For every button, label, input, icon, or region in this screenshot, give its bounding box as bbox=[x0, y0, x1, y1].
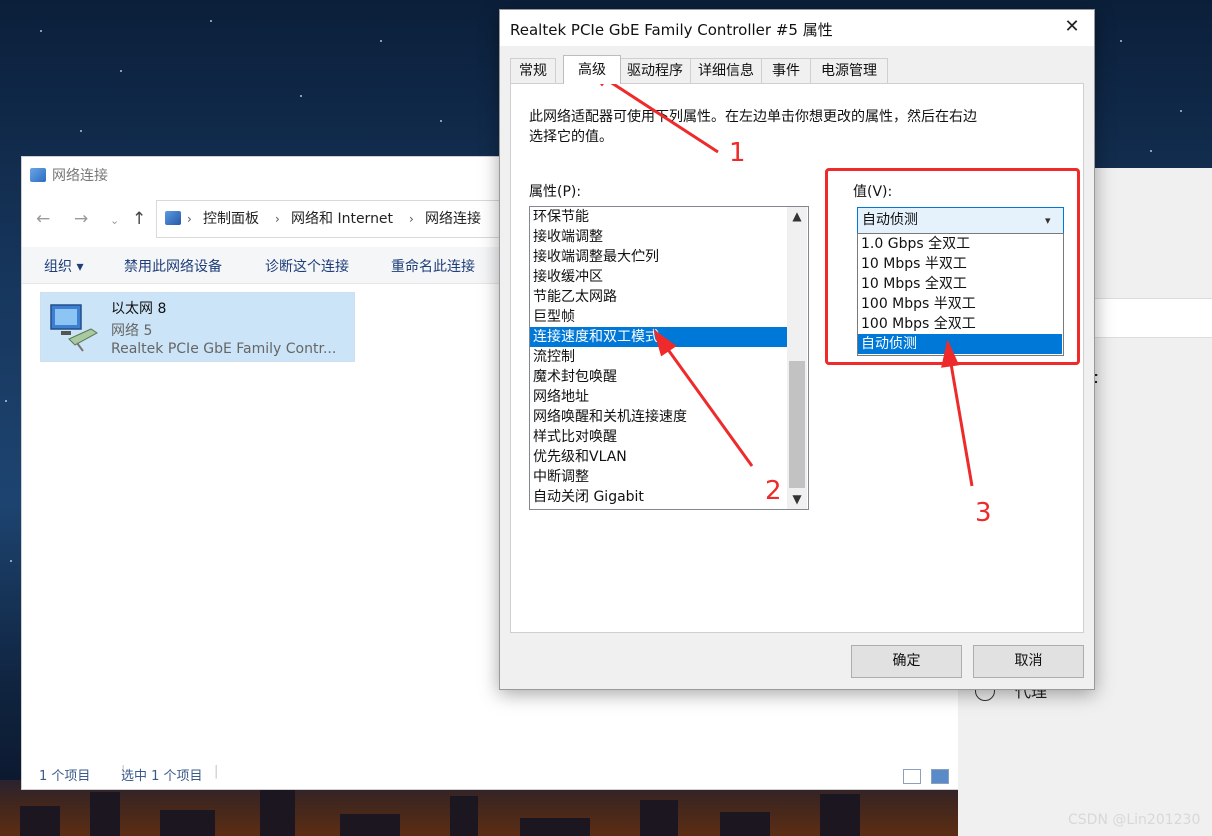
up-arrow-icon[interactable]: ↑ bbox=[132, 209, 146, 229]
property-item[interactable]: 优先级和VLAN bbox=[530, 447, 789, 467]
organize-menu[interactable]: 组织 ▾ bbox=[44, 256, 83, 276]
back-arrow-icon[interactable]: ← bbox=[36, 209, 50, 229]
property-item[interactable]: 流控制 bbox=[530, 347, 789, 367]
diagnose-button[interactable]: 诊断这个连接 bbox=[265, 256, 349, 276]
window-title-text: 网络连接 bbox=[52, 168, 108, 184]
adapter-network: 网络 5 bbox=[111, 323, 153, 339]
ethernet-adapter-item[interactable]: 以太网 8 网络 5 Realtek PCIe GbE Family Contr… bbox=[40, 292, 355, 362]
property-item[interactable]: 中断调整 bbox=[530, 467, 789, 487]
recent-chevron-icon[interactable]: ⌄ bbox=[110, 214, 119, 227]
window-title: 网络连接 bbox=[30, 165, 108, 185]
annotation-label-1: 1 bbox=[729, 138, 746, 168]
tab-general[interactable]: 常规 bbox=[510, 58, 556, 83]
description-text: 选择它的值。 bbox=[529, 129, 613, 145]
annotation-label-2: 2 bbox=[765, 476, 782, 506]
breadcrumb-control-panel[interactable]: 控制面板 bbox=[203, 201, 259, 237]
annotation-label-3: 3 bbox=[975, 498, 992, 528]
scroll-down-icon[interactable]: ▼ bbox=[787, 490, 807, 508]
tab-details[interactable]: 详细信息 bbox=[690, 58, 762, 83]
property-item[interactable]: 样式比对唤醒 bbox=[530, 427, 789, 447]
property-item[interactable]: 接收缓冲区 bbox=[530, 267, 789, 287]
adapter-name: 以太网 8 bbox=[111, 301, 167, 317]
property-scrollbar[interactable]: ▲ ▼ bbox=[787, 207, 807, 509]
chevron-right-icon: › bbox=[275, 212, 280, 226]
chevron-right-icon: › bbox=[409, 212, 414, 226]
property-label: 属性(P): bbox=[529, 184, 582, 200]
scroll-thumb[interactable] bbox=[789, 361, 805, 488]
tab-advanced[interactable]: 高级 bbox=[563, 55, 621, 84]
tab-driver[interactable]: 驱动程序 bbox=[619, 58, 691, 83]
network-folder-icon bbox=[30, 168, 46, 182]
tab-events[interactable]: 事件 bbox=[761, 58, 811, 83]
cancel-button[interactable]: 取消 bbox=[973, 645, 1084, 678]
forward-arrow-icon[interactable]: → bbox=[74, 209, 88, 229]
close-icon[interactable]: ✕ bbox=[1060, 15, 1084, 39]
property-item[interactable]: 魔术封包唤醒 bbox=[530, 367, 789, 387]
disable-device-button[interactable]: 禁用此网络设备 bbox=[124, 256, 222, 276]
scroll-up-icon[interactable]: ▲ bbox=[787, 207, 807, 225]
watermark: CSDN @Lin201230 bbox=[1068, 812, 1201, 828]
property-listbox[interactable]: 环保节能 接收端调整 接收端调整最大伫列 接收缓冲区 节能乙太网路 巨型帧 连接… bbox=[529, 206, 809, 510]
dialog-titlebar: Realtek PCIe GbE Family Controller #5 属性… bbox=[500, 10, 1094, 46]
status-bar: 1 个项目 | 选中 1 个项目 | bbox=[22, 761, 959, 789]
property-item-selected[interactable]: 连接速度和双工模式 bbox=[530, 327, 789, 347]
dialog-title: Realtek PCIe GbE Family Controller #5 属性 bbox=[510, 21, 833, 39]
details-view-icon[interactable] bbox=[903, 769, 921, 784]
property-item[interactable]: 环保节能 bbox=[530, 207, 789, 227]
breadcrumb-network-connections[interactable]: 网络连接 bbox=[425, 201, 481, 237]
settings-row bbox=[1094, 298, 1212, 338]
large-icons-view-icon[interactable] bbox=[931, 769, 949, 784]
status-divider: | bbox=[214, 764, 219, 779]
selected-count: 选中 1 个项目 bbox=[121, 769, 203, 784]
description-text: 此网络适配器可使用下列属性。在左边单击你想更改的属性，然后在右边 bbox=[529, 109, 977, 125]
property-item[interactable]: 接收端调整最大伫列 bbox=[530, 247, 789, 267]
chevron-right-icon: › bbox=[187, 212, 192, 226]
property-item[interactable]: 自动关闭 Gigabit bbox=[530, 487, 789, 507]
property-item[interactable]: 节能乙太网路 bbox=[530, 287, 789, 307]
control-panel-icon bbox=[165, 211, 181, 225]
property-item[interactable]: 网络地址 bbox=[530, 387, 789, 407]
property-item[interactable]: 网络唤醒和关机连接速度 bbox=[530, 407, 789, 427]
property-item[interactable]: 巨型帧 bbox=[530, 307, 789, 327]
annotation-highlight-box bbox=[825, 168, 1080, 365]
item-count: 1 个项目 bbox=[39, 769, 91, 784]
breadcrumb-network-internet[interactable]: 网络和 Internet bbox=[291, 201, 393, 237]
rename-button[interactable]: 重命名此连接 bbox=[391, 256, 475, 276]
tab-power-management[interactable]: 电源管理 bbox=[810, 58, 888, 83]
ok-button[interactable]: 确定 bbox=[851, 645, 962, 678]
adapter-device: Realtek PCIe GbE Family Contr... bbox=[111, 341, 337, 357]
network-adapter-icon bbox=[50, 304, 98, 352]
property-item[interactable]: 接收端调整 bbox=[530, 227, 789, 247]
